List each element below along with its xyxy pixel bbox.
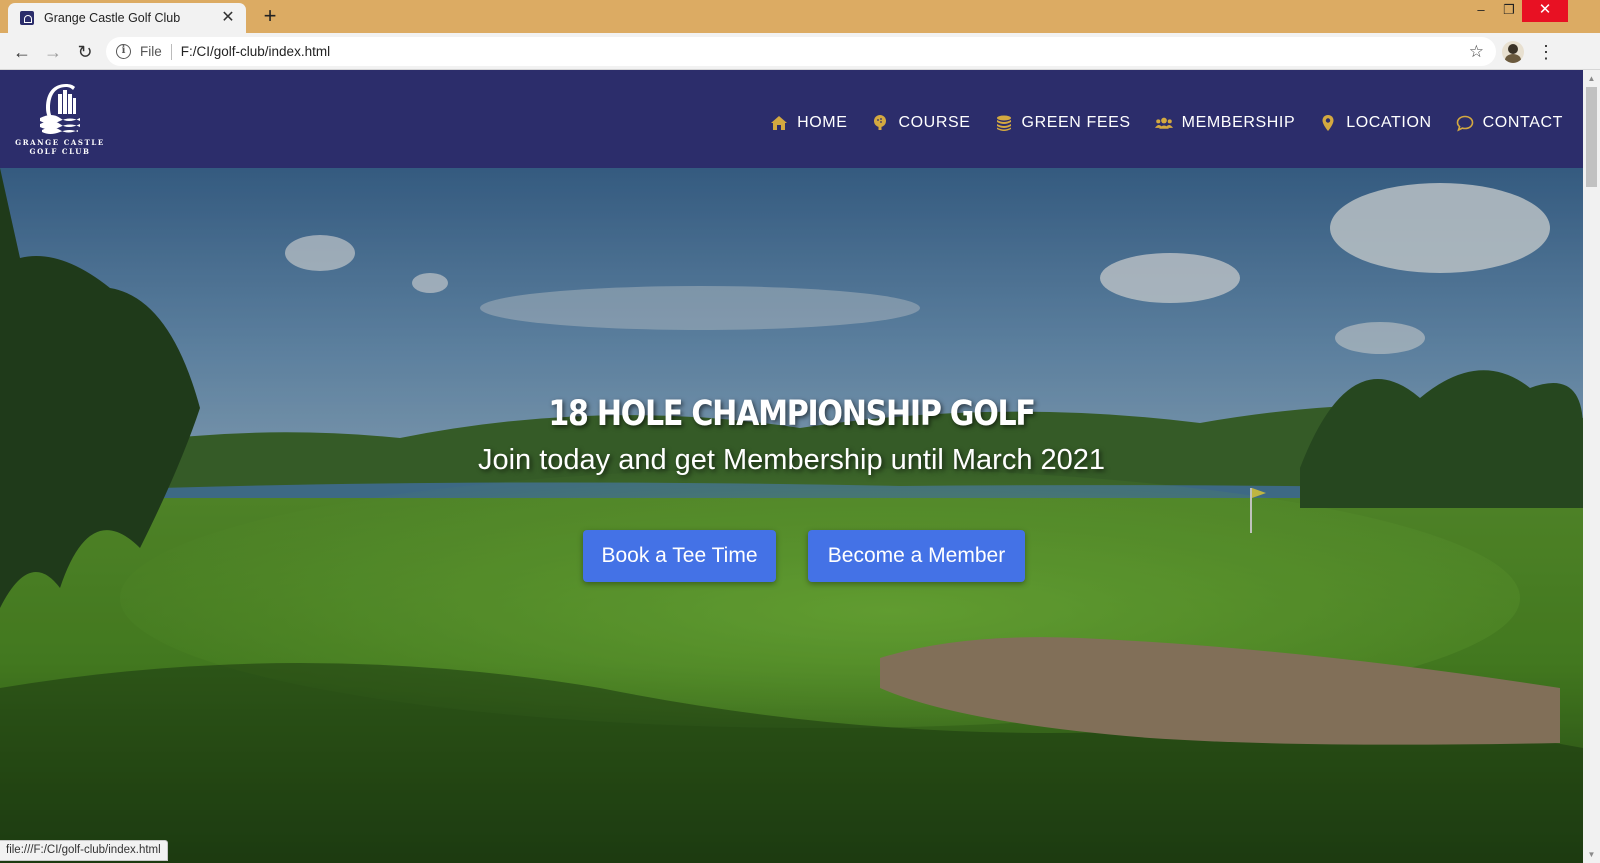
omnibox-divider bbox=[170, 43, 172, 60]
golf-ball-icon bbox=[871, 114, 889, 132]
book-tee-time-button[interactable]: Book a Tee Time bbox=[583, 530, 776, 582]
nav-label-green-fees: GREEN FEES bbox=[1021, 114, 1131, 131]
profile-avatar-icon[interactable] bbox=[1502, 41, 1524, 63]
favicon-icon bbox=[20, 11, 34, 25]
url-text[interactable]: F:/CI/golf-club/index.html bbox=[181, 44, 330, 59]
tab-title: Grange Castle Golf Club bbox=[44, 11, 181, 25]
castle-logo-icon bbox=[40, 84, 80, 134]
nav-item-course[interactable]: COURSE bbox=[871, 114, 970, 132]
nav-item-membership[interactable]: MEMBERSHIP bbox=[1154, 114, 1296, 132]
nav-item-contact[interactable]: CONTACT bbox=[1456, 114, 1563, 132]
new-tab-button[interactable]: + bbox=[258, 5, 282, 29]
logo-text-line1: GRANGE CASTLE bbox=[15, 138, 105, 147]
bookmark-star-icon[interactable]: ☆ bbox=[1469, 42, 1484, 62]
scheme-label: File bbox=[140, 44, 162, 59]
maximize-button[interactable]: ❐ bbox=[1494, 0, 1524, 22]
main-navigation: HOME COURSE GREEN FEES MEMBERSHIP LOCATI… bbox=[746, 108, 1563, 138]
forward-button[interactable]: → bbox=[40, 39, 66, 65]
become-member-button[interactable]: Become a Member bbox=[808, 530, 1025, 582]
minimize-button[interactable]: – bbox=[1466, 0, 1496, 22]
nav-label-contact: CONTACT bbox=[1482, 114, 1563, 131]
nav-label-membership: MEMBERSHIP bbox=[1181, 114, 1296, 131]
site-header: GRANGE CASTLE GOLF CLUB HOME COURSE GREE… bbox=[0, 70, 1583, 168]
hero-subtitle: Join today and get Membership until Marc… bbox=[477, 444, 1106, 476]
scroll-up-arrow-icon[interactable]: ▲ bbox=[1583, 70, 1600, 87]
users-icon bbox=[1154, 114, 1173, 132]
nav-item-home[interactable]: HOME bbox=[770, 114, 847, 132]
status-url-bubble: file:///F:/CI/golf-club/index.html bbox=[0, 840, 168, 861]
nav-label-course: COURSE bbox=[898, 114, 971, 131]
hero-section: 18 HOLE CHAMPIONSHIP GOLF Join today and… bbox=[0, 168, 1583, 863]
vertical-scrollbar[interactable]: ▲ ▼ bbox=[1583, 70, 1600, 863]
map-marker-icon bbox=[1319, 114, 1337, 132]
home-icon bbox=[770, 114, 788, 132]
coins-icon bbox=[995, 114, 1013, 132]
reload-button[interactable]: ↻ bbox=[72, 39, 98, 65]
nav-label-location: LOCATION bbox=[1346, 114, 1432, 131]
chat-bubble-icon bbox=[1456, 114, 1474, 132]
hero-title: 18 HOLE CHAMPIONSHIP GOLF bbox=[548, 394, 1036, 434]
nav-label-home: HOME bbox=[797, 114, 848, 131]
logo-text-line2: GOLF CLUB bbox=[29, 147, 91, 156]
page-viewport: GRANGE CASTLE GOLF CLUB HOME COURSE GREE… bbox=[0, 70, 1583, 863]
scroll-down-arrow-icon[interactable]: ▼ bbox=[1583, 846, 1600, 863]
scrollbar-thumb[interactable] bbox=[1586, 87, 1597, 187]
site-info-icon[interactable]: i bbox=[116, 44, 131, 59]
close-window-button[interactable]: ✕ bbox=[1522, 0, 1568, 22]
address-bar[interactable]: i File F:/CI/golf-club/index.html ☆ bbox=[106, 37, 1496, 66]
close-tab-icon[interactable]: ✕ bbox=[220, 10, 236, 26]
hero-overlay bbox=[0, 168, 1583, 863]
nav-item-green-fees[interactable]: GREEN FEES bbox=[995, 114, 1131, 132]
club-logo[interactable]: GRANGE CASTLE GOLF CLUB bbox=[14, 78, 106, 160]
browser-toolbar: ← → ↻ i File F:/CI/golf-club/index.html … bbox=[0, 33, 1600, 70]
back-button[interactable]: ← bbox=[9, 39, 35, 65]
browser-tab[interactable]: Grange Castle Golf Club ✕ bbox=[8, 3, 246, 33]
browser-menu-icon[interactable]: ⋮ bbox=[1536, 40, 1556, 64]
browser-tab-strip: Grange Castle Golf Club ✕ + – ❐ ✕ bbox=[0, 0, 1600, 33]
nav-item-location[interactable]: LOCATION bbox=[1319, 114, 1431, 132]
